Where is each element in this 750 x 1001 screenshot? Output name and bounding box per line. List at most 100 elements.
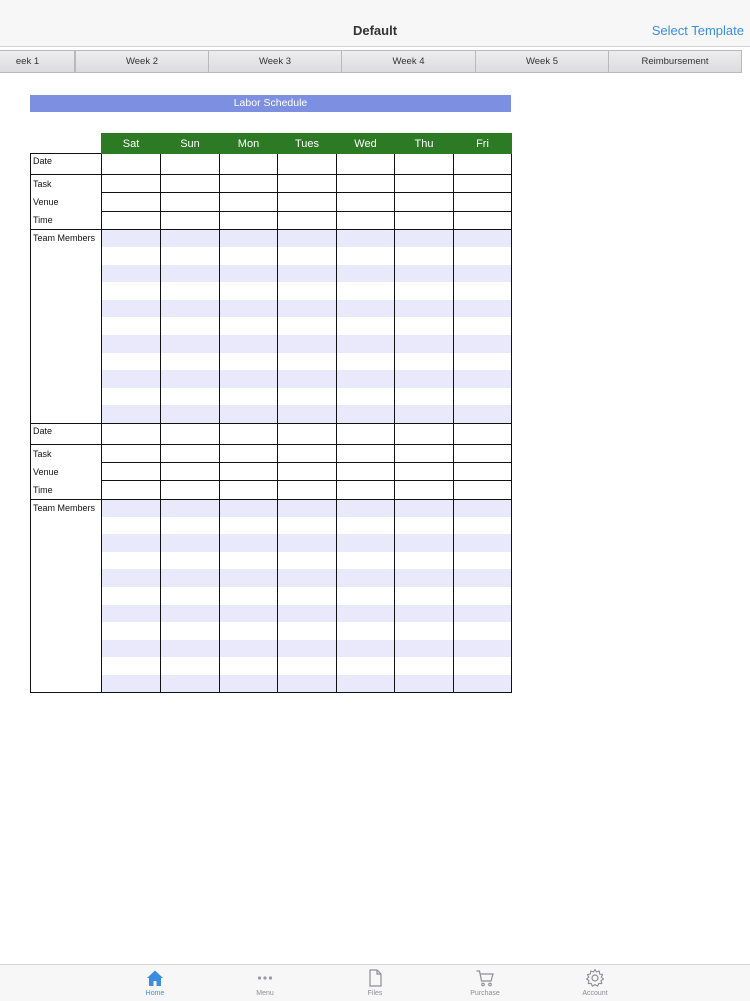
time-cell[interactable] — [453, 210, 512, 231]
team-member-cell[interactable] — [394, 405, 454, 424]
day-header-sun[interactable]: Sun — [160, 133, 220, 154]
team-member-cell[interactable] — [101, 335, 161, 353]
team-member-cell[interactable] — [336, 317, 395, 336]
team-member-cell[interactable] — [101, 282, 161, 300]
team-member-cell[interactable] — [394, 370, 454, 388]
team-member-cell[interactable] — [277, 299, 337, 318]
team-member-cell[interactable] — [336, 604, 395, 623]
team-member-cell[interactable] — [101, 569, 161, 587]
team-member-cell[interactable] — [336, 498, 395, 517]
day-header-wed[interactable]: Wed — [336, 133, 395, 154]
task-cell[interactable] — [160, 443, 220, 463]
tab-reimbursement[interactable]: Reimbursement — [608, 50, 742, 73]
task-cell[interactable] — [277, 443, 337, 463]
team-member-cell[interactable] — [394, 264, 454, 283]
team-member-cell[interactable] — [160, 229, 220, 248]
team-member-cell[interactable] — [394, 622, 454, 640]
tab-week-1[interactable]: eek 1 — [0, 50, 75, 73]
team-member-cell[interactable] — [277, 604, 337, 623]
team-member-cell[interactable] — [277, 569, 337, 587]
team-member-cell[interactable] — [453, 534, 512, 552]
team-member-cell[interactable] — [160, 387, 220, 406]
task-cell[interactable] — [394, 443, 454, 463]
team-member-cell[interactable] — [453, 352, 512, 371]
team-member-cell[interactable] — [453, 405, 512, 424]
task-cell[interactable] — [336, 173, 395, 194]
team-member-cell[interactable] — [394, 387, 454, 406]
time-cell[interactable] — [277, 210, 337, 231]
team-member-cell[interactable] — [219, 247, 278, 265]
team-member-cell[interactable] — [336, 264, 395, 283]
team-member-cell[interactable] — [277, 498, 337, 517]
team-member-cell[interactable] — [160, 247, 220, 265]
team-member-cell[interactable] — [394, 569, 454, 587]
day-header-tues[interactable]: Tues — [277, 133, 337, 154]
day-header-fri[interactable]: Fri — [453, 133, 512, 154]
team-member-cell[interactable] — [453, 229, 512, 248]
team-member-cell[interactable] — [277, 639, 337, 658]
team-member-cell[interactable] — [101, 352, 161, 371]
team-member-cell[interactable] — [219, 587, 278, 605]
team-member-cell[interactable] — [101, 674, 161, 694]
team-member-cell[interactable] — [160, 622, 220, 640]
team-member-cell[interactable] — [453, 569, 512, 587]
team-member-cell[interactable] — [453, 317, 512, 336]
team-member-cell[interactable] — [394, 352, 454, 371]
team-member-cell[interactable] — [336, 247, 395, 265]
team-member-cell[interactable] — [453, 498, 512, 517]
venue-cell[interactable] — [101, 192, 161, 212]
team-member-cell[interactable] — [101, 604, 161, 623]
venue-cell[interactable] — [219, 192, 278, 212]
team-member-cell[interactable] — [160, 317, 220, 336]
team-member-cell[interactable] — [219, 282, 278, 300]
team-member-cell[interactable] — [277, 335, 337, 353]
task-cell[interactable] — [160, 173, 220, 194]
team-member-cell[interactable] — [101, 317, 161, 336]
venue-cell[interactable] — [277, 461, 337, 482]
team-member-cell[interactable] — [101, 639, 161, 658]
team-member-cell[interactable] — [394, 335, 454, 353]
venue-cell[interactable] — [277, 192, 337, 212]
date-cell[interactable] — [277, 422, 337, 445]
date-cell[interactable] — [219, 153, 278, 175]
team-member-cell[interactable] — [219, 370, 278, 388]
team-member-cell[interactable] — [394, 534, 454, 552]
team-member-cell[interactable] — [336, 674, 395, 694]
team-member-cell[interactable] — [277, 551, 337, 570]
task-cell[interactable] — [453, 173, 512, 194]
team-member-cell[interactable] — [160, 551, 220, 570]
venue-cell[interactable] — [160, 461, 220, 482]
team-member-cell[interactable] — [453, 516, 512, 535]
team-member-cell[interactable] — [101, 516, 161, 535]
task-cell[interactable] — [453, 443, 512, 463]
date-cell[interactable] — [394, 422, 454, 445]
team-member-cell[interactable] — [394, 516, 454, 535]
team-member-cell[interactable] — [160, 534, 220, 552]
team-member-cell[interactable] — [160, 604, 220, 623]
team-member-cell[interactable] — [219, 335, 278, 353]
team-member-cell[interactable] — [453, 247, 512, 265]
date-cell[interactable] — [160, 422, 220, 445]
team-member-cell[interactable] — [336, 569, 395, 587]
date-cell[interactable] — [277, 153, 337, 175]
team-member-cell[interactable] — [336, 516, 395, 535]
team-member-cell[interactable] — [101, 405, 161, 424]
team-member-cell[interactable] — [219, 534, 278, 552]
team-member-cell[interactable] — [277, 264, 337, 283]
date-cell[interactable] — [453, 153, 512, 175]
team-member-cell[interactable] — [101, 622, 161, 640]
team-member-cell[interactable] — [394, 229, 454, 248]
team-member-cell[interactable] — [219, 229, 278, 248]
team-member-cell[interactable] — [219, 387, 278, 406]
venue-cell[interactable] — [336, 461, 395, 482]
team-member-cell[interactable] — [277, 534, 337, 552]
team-member-cell[interactable] — [277, 352, 337, 371]
team-member-cell[interactable] — [394, 639, 454, 658]
team-member-cell[interactable] — [219, 674, 278, 694]
tabbar-files[interactable]: Files — [345, 968, 405, 1000]
team-member-cell[interactable] — [453, 604, 512, 623]
team-member-cell[interactable] — [336, 299, 395, 318]
time-cell[interactable] — [336, 480, 395, 500]
task-cell[interactable] — [394, 173, 454, 194]
venue-cell[interactable] — [219, 461, 278, 482]
